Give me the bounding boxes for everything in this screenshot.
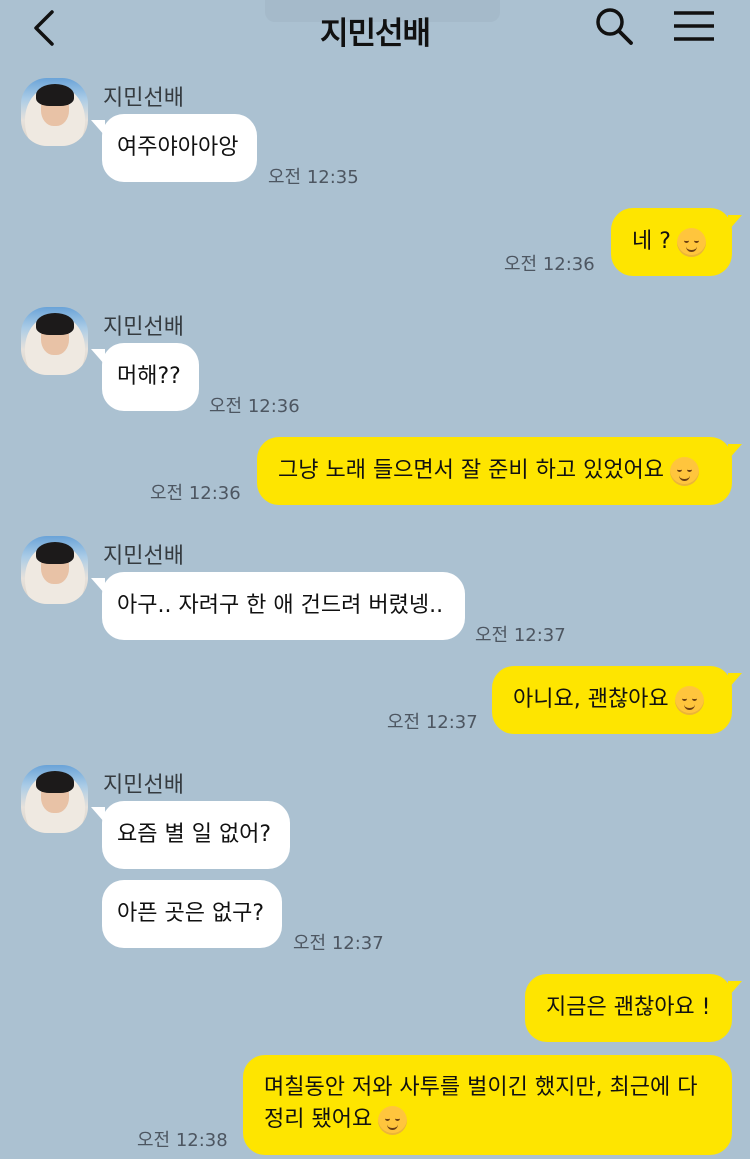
chat-title: 지민선배 [319, 16, 431, 52]
message-text: 며칠동안 저와 사투를 벌이긴 했지만, 최근에 다 정리 됐어요 [264, 1075, 698, 1132]
hamburger-menu-icon [674, 11, 714, 41]
sender-name: 지민선배 [103, 544, 184, 569]
message-bubble[interactable]: 지금은 괜찮아요 ! [525, 974, 732, 1042]
message-text: 그냥 노래 들으면서 잘 준비 하고 있었어요 [278, 458, 665, 483]
message-bubble[interactable]: 여주야아아앙 [102, 114, 257, 182]
message-text: 아니요, 괜찮아요 [513, 687, 669, 712]
message-bubble[interactable]: 아구.. 자려구 한 애 건드려 버렸넹.. [102, 572, 465, 640]
sender-name: 지민선배 [103, 315, 184, 340]
bubble-tail [728, 981, 742, 997]
bubble-tail [728, 444, 742, 460]
message-bubble[interactable]: 머해?? [102, 343, 199, 411]
avatar[interactable] [21, 78, 88, 146]
bubble-tail [728, 673, 742, 689]
avatar[interactable] [21, 536, 88, 604]
message-time: 오전 12:36 [504, 254, 595, 275]
bubble-tail [728, 215, 742, 231]
message-bubble[interactable]: 요즘 별 일 없어? [102, 801, 290, 869]
message-time: 오전 12:36 [150, 483, 241, 504]
search-button[interactable] [594, 6, 634, 46]
message-bubble[interactable]: 며칠동안 저와 사투를 벌이긴 했지만, 최근에 다 정리 됐어요 [243, 1055, 732, 1155]
message-time: 오전 12:36 [209, 396, 300, 417]
smiling-face-emoji-icon [670, 456, 700, 486]
message-bubble[interactable]: 그냥 노래 들으면서 잘 준비 하고 있었어요 [257, 437, 732, 505]
search-icon [596, 8, 633, 45]
sender-name: 지민선배 [103, 773, 184, 798]
menu-button[interactable] [672, 10, 716, 42]
message-time: 오전 12:38 [137, 1130, 228, 1151]
message-time: 오전 12:37 [475, 625, 566, 646]
message-bubble[interactable]: 네 ? [611, 208, 732, 276]
hugging-face-emoji-icon [674, 685, 704, 715]
message-time: 오전 12:37 [387, 712, 478, 733]
relieved-face-emoji-icon [676, 227, 706, 257]
message-bubble[interactable]: 아픈 곳은 없구? [102, 880, 282, 948]
sender-name: 지민선배 [103, 86, 184, 111]
message-time: 오전 12:35 [268, 167, 359, 188]
chat-header: 지민선배 [0, 0, 750, 62]
avatar[interactable] [21, 765, 88, 833]
message-text: 네 ? [632, 229, 671, 254]
avatar[interactable] [21, 307, 88, 375]
message-time: 오전 12:37 [293, 933, 384, 954]
message-bubble[interactable]: 아니요, 괜찮아요 [492, 666, 732, 734]
grinning-squinting-face-emoji-icon [378, 1105, 408, 1135]
